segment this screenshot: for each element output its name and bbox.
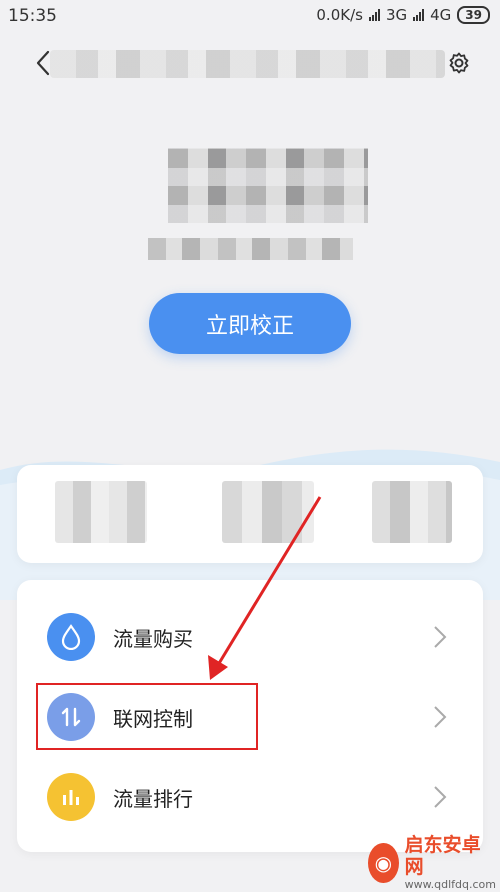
watermark-logo-icon: ◉ (368, 843, 399, 883)
watermark-name: 启东安卓网 (404, 834, 481, 878)
site-watermark: ◉ 启东安卓网 www.qdlfdq.com (368, 834, 496, 891)
bar-chart-icon (47, 773, 95, 821)
chevron-left-icon (36, 50, 50, 76)
annotation-highlight-box (36, 683, 258, 750)
status-indicators: 0.0K/s 3G 4G 39 (316, 6, 490, 24)
watermark-url: www.qdlfdq.com (404, 878, 496, 891)
stat-blurred-2 (222, 481, 314, 543)
status-bar: 15:35 0.0K/s 3G 4G 39 (0, 0, 500, 36)
chevron-right-icon (434, 626, 447, 648)
signal-icon (368, 9, 380, 21)
chevron-right-icon (434, 706, 447, 728)
data-usage-value-blurred (168, 148, 368, 223)
network-3g-label: 3G (385, 6, 408, 24)
status-time: 15:35 (8, 6, 57, 26)
menu-item-label: 流量购买 (113, 626, 193, 651)
stats-card (17, 465, 483, 563)
data-usage-subtitle-blurred (148, 238, 353, 260)
nav-bar (0, 38, 500, 90)
gear-icon (449, 52, 469, 74)
signal-icon-2 (413, 9, 425, 21)
chevron-right-icon (434, 786, 447, 808)
menu-item-data-ranking[interactable]: 流量排行 (17, 757, 483, 837)
water-drop-icon (47, 613, 95, 661)
battery-indicator: 39 (457, 6, 490, 24)
stat-blurred-3 (372, 481, 452, 543)
menu-item-data-purchase[interactable]: 流量购买 (17, 597, 483, 677)
stat-blurred-1 (55, 481, 147, 543)
page-title-blurred (50, 50, 445, 78)
settings-button[interactable] (446, 50, 472, 76)
network-4g-label: 4G (430, 6, 452, 24)
network-speed: 0.0K/s (316, 6, 363, 24)
menu-item-label: 流量排行 (113, 786, 193, 811)
calibrate-now-button[interactable]: 立即校正 (149, 293, 351, 354)
